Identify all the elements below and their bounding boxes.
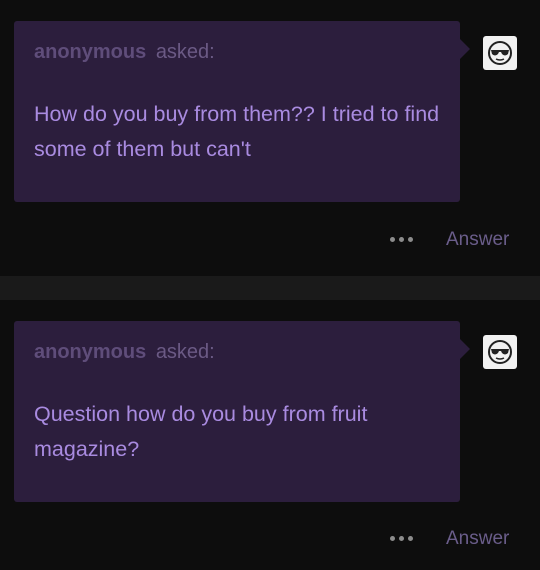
dot: [399, 237, 404, 242]
ellipsis-icon[interactable]: [386, 529, 418, 549]
asker-line: anonymous asked:: [34, 341, 215, 364]
sunglasses-face-icon[interactable]: [483, 36, 517, 70]
asked-label: asked:: [155, 41, 215, 63]
question-text: How do you buy from them?? I tried to fi…: [34, 102, 440, 161]
ellipsis-icon[interactable]: [386, 230, 418, 250]
asked-label: asked:: [155, 341, 215, 363]
bubble-tail: [460, 339, 470, 359]
asker-name[interactable]: anonymous: [34, 341, 146, 363]
dot: [399, 536, 404, 541]
question-text: Question how do you buy from fruit magaz…: [34, 402, 368, 461]
asker-name[interactable]: anonymous: [34, 41, 146, 63]
dashboard-feed: anonymous asked: How do you buy from the…: [0, 0, 540, 570]
dot: [390, 536, 395, 541]
question-bubble: anonymous asked: How do you buy from the…: [14, 21, 470, 202]
asker-line: anonymous asked:: [34, 41, 215, 64]
answer-button[interactable]: Answer: [446, 229, 509, 251]
post-divider: [0, 276, 540, 300]
answer-button[interactable]: Answer: [446, 528, 509, 550]
ask-post: anonymous asked: How do you buy from the…: [0, 0, 540, 276]
dot: [390, 237, 395, 242]
dot: [408, 237, 413, 242]
bubble-tail: [460, 39, 470, 59]
dot: [408, 536, 413, 541]
ask-post: anonymous asked: Question how do you buy…: [0, 300, 540, 570]
sunglasses-face-icon[interactable]: [483, 335, 517, 369]
question-bubble: anonymous asked: Question how do you buy…: [14, 321, 470, 502]
